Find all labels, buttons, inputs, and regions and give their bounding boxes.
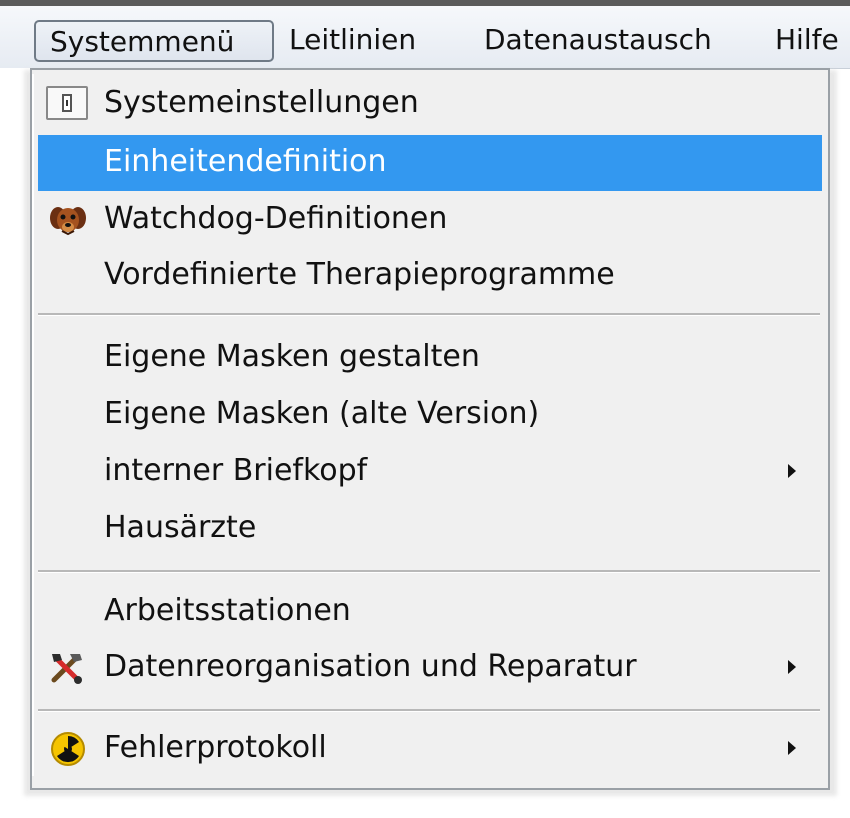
menu-item-watchdog-definitionen[interactable]: Watchdog-Definitionen (38, 192, 822, 248)
menu-item-label: Hausärzte (104, 510, 257, 545)
menu-item-label: Arbeitsstationen (104, 593, 351, 628)
menu-item-fehlerprotokoll[interactable]: Fehlerprotokoll (38, 721, 822, 777)
menu-bar: Systemmenü Leitlinien Datenaustausch Hil… (0, 6, 850, 69)
menu-item-label: Eigene Masken (alte Version) (104, 396, 540, 431)
menu-item-label: Vordefinierte Therapieprogramme (104, 257, 615, 292)
dog-icon (46, 202, 90, 238)
menu-hilfe[interactable]: Hilfe (775, 20, 850, 62)
submenu-arrow-icon (788, 741, 796, 755)
menu-separator (38, 709, 820, 712)
menu-separator (38, 313, 820, 316)
menu-item-eigene-masken-alte-version[interactable]: Eigene Masken (alte Version) (38, 387, 822, 443)
menu-systemmenue[interactable]: Systemmenü (34, 20, 274, 62)
menu-item-hausaerzte[interactable]: Hausärzte (38, 501, 822, 557)
radiation-icon (46, 731, 90, 767)
submenu-arrow-icon (788, 464, 796, 478)
menu-item-arbeitsstationen[interactable]: Arbeitsstationen (38, 584, 822, 640)
menu-item-vordefinierte-therapieprogramme[interactable]: Vordefinierte Therapieprogramme (38, 248, 822, 304)
menu-item-label: Eigene Masken gestalten (104, 339, 480, 374)
menu-item-interner-briefkopf[interactable]: interner Briefkopf (38, 444, 822, 500)
dropdown-gutter (32, 74, 34, 776)
tools-icon (46, 650, 90, 686)
menu-item-einheitendefinition[interactable]: Einheitendefinition (38, 135, 822, 191)
menu-item-label: Fehlerprotokoll (104, 730, 327, 765)
settings-window-icon (46, 86, 90, 122)
menu-datenaustausch[interactable]: Datenaustausch (484, 20, 744, 62)
menu-item-eigene-masken-gestalten[interactable]: Eigene Masken gestalten (38, 330, 822, 386)
menu-item-label: Systemeinstellungen (104, 85, 419, 120)
menu-separator (38, 570, 820, 573)
menu-item-datenreorganisation-und-reparatur[interactable]: Datenreorganisation und Reparatur (38, 640, 822, 696)
menu-item-systemeinstellungen[interactable]: Systemeinstellungen (38, 76, 822, 132)
submenu-arrow-icon (788, 660, 796, 674)
menu-item-label: Datenreorganisation und Reparatur (104, 649, 637, 684)
menu-item-label: interner Briefkopf (104, 453, 368, 488)
menu-item-label: Watchdog-Definitionen (104, 201, 448, 236)
menu-leitlinien[interactable]: Leitlinien (289, 20, 451, 62)
menu-item-label: Einheitendefinition (104, 144, 387, 179)
